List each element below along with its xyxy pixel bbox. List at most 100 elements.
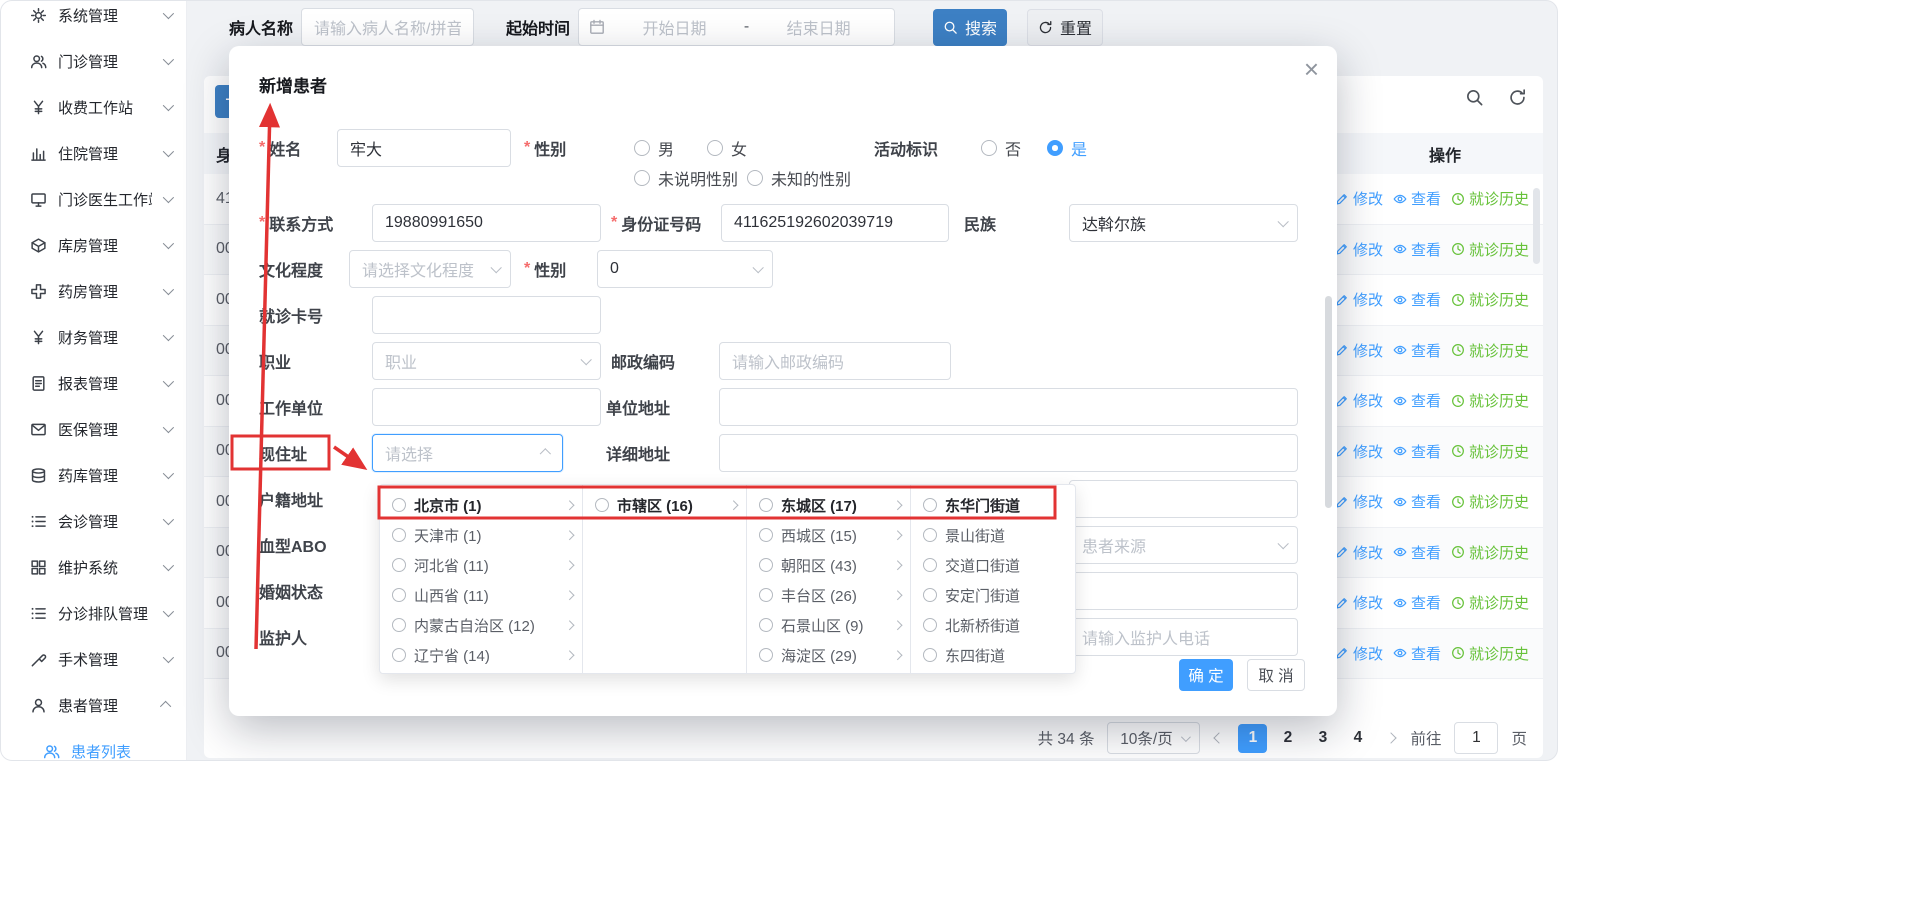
sidebar-item-triage-queue[interactable]: 分诊排队管理 (1, 590, 186, 636)
field-guardian_phone-input[interactable]: 请输入监护人电话 (1069, 618, 1298, 656)
field-row10_right-input[interactable] (1069, 572, 1298, 610)
goto-page-input[interactable]: 1 (1454, 722, 1498, 754)
history-link[interactable]: 就诊历史 (1451, 390, 1529, 411)
field-gender_select-select[interactable]: 0 (597, 250, 773, 288)
cascader-option[interactable]: 市辖区 (16) (583, 490, 746, 520)
end-date-placeholder[interactable]: 结束日期 (753, 15, 884, 39)
field-current_address-select[interactable]: 请选择 (372, 434, 563, 472)
radio-active_flag-0[interactable]: 否 (981, 138, 1021, 158)
sidebar-item-charging-station[interactable]: 收费工作站 (1, 84, 186, 130)
edit-link[interactable]: 修改 (1335, 592, 1383, 613)
view-link[interactable]: 查看 (1393, 239, 1441, 260)
cascader-option[interactable]: 海淀区 (29) (747, 640, 910, 670)
field-ethnicity-select[interactable]: 达斡尔族 (1069, 204, 1298, 242)
patient-name-input[interactable]: 请输入病人名称/拼音码/病人ID (301, 8, 474, 46)
reset-button[interactable]: 重置 (1027, 9, 1103, 46)
view-link[interactable]: 查看 (1393, 491, 1441, 512)
table-search-icon[interactable] (1465, 88, 1484, 107)
sidebar-item-reports[interactable]: 报表管理 (1, 360, 186, 406)
modal-close-button[interactable]: × (1304, 56, 1319, 82)
sidebar-item-consultation[interactable]: 会诊管理 (1, 498, 186, 544)
cascader-option[interactable]: 北京市 (1) (380, 490, 582, 520)
modal-scrollbar[interactable] (1325, 296, 1332, 508)
edit-link[interactable]: 修改 (1335, 542, 1383, 563)
field-visit_card-input[interactable] (372, 296, 601, 334)
start-date-placeholder[interactable]: 开始日期 (609, 15, 740, 39)
sidebar-item-surgery[interactable]: 手术管理 (1, 636, 186, 682)
cascader-option[interactable]: 朝阳区 (43) (747, 550, 910, 580)
field-work_unit-input[interactable] (372, 388, 601, 426)
table-scrollbar[interactable] (1533, 188, 1540, 264)
history-link[interactable]: 就诊历史 (1451, 441, 1529, 462)
radio-gender_radio-2[interactable]: 未说明性别 (634, 168, 738, 188)
page-size-select[interactable]: 10条/页 (1107, 722, 1200, 754)
field-patient_source-select[interactable]: 患者来源 (1069, 526, 1298, 564)
table-refresh-icon[interactable] (1508, 88, 1527, 107)
edit-link[interactable]: 修改 (1335, 188, 1383, 209)
view-link[interactable]: 查看 (1393, 390, 1441, 411)
cascader-option[interactable]: 内蒙古自治区 (12) (380, 610, 582, 640)
page-button-3[interactable]: 3 (1308, 724, 1337, 753)
edit-link[interactable]: 修改 (1335, 491, 1383, 512)
radio-active_flag-1[interactable]: 是 (1047, 138, 1087, 158)
cascader-option[interactable]: 石景山区 (9) (747, 610, 910, 640)
view-link[interactable]: 查看 (1393, 592, 1441, 613)
field-name-input[interactable]: 牢大 (337, 129, 511, 167)
view-link[interactable]: 查看 (1393, 643, 1441, 664)
sidebar-item-pharmacy[interactable]: 药房管理 (1, 268, 186, 314)
field-postal_code-input[interactable]: 请输入邮政编码 (719, 342, 951, 380)
confirm-button[interactable]: 确 定 (1179, 659, 1233, 691)
radio-gender_radio-0[interactable]: 男 (634, 138, 674, 158)
sidebar-item-patient-list[interactable]: 患者列表 (1, 728, 186, 760)
date-range-picker[interactable]: 开始日期 - 结束日期 (578, 8, 895, 46)
edit-link[interactable]: 修改 (1335, 441, 1383, 462)
page-button-4[interactable]: 4 (1343, 724, 1372, 753)
sidebar-item-outpatient[interactable]: 门诊管理 (1, 38, 186, 84)
field-education-select[interactable]: 请选择文化程度 (349, 250, 511, 288)
cascader-option[interactable]: 丰台区 (26) (747, 580, 910, 610)
cascader-option[interactable]: 北新桥街道 (911, 610, 1075, 640)
history-link[interactable]: 就诊历史 (1451, 592, 1529, 613)
history-link[interactable]: 就诊历史 (1451, 188, 1529, 209)
field-occupation-select[interactable]: 职业 (372, 342, 601, 380)
radio-gender_radio-3[interactable]: 未知的性别 (747, 168, 851, 188)
edit-link[interactable]: 修改 (1335, 643, 1383, 664)
sidebar-item-system[interactable]: 系统管理 (1, 1, 186, 38)
edit-link[interactable]: 修改 (1335, 289, 1383, 310)
cascader-option[interactable]: 东四街道 (911, 640, 1075, 670)
cascader-option[interactable]: 景山街道 (911, 520, 1075, 550)
cascader-option[interactable]: 交道口街道 (911, 550, 1075, 580)
cascader-option[interactable]: 天津市 (1) (380, 520, 582, 550)
cascader-option[interactable]: 东城区 (17) (747, 490, 910, 520)
edit-link[interactable]: 修改 (1335, 390, 1383, 411)
sidebar-item-drug-storage[interactable]: 药库管理 (1, 452, 186, 498)
sidebar-item-insurance[interactable]: 医保管理 (1, 406, 186, 452)
history-link[interactable]: 就诊历史 (1451, 289, 1529, 310)
history-link[interactable]: 就诊历史 (1451, 340, 1529, 361)
sidebar-item-maintenance[interactable]: 维护系统 (1, 544, 186, 590)
field-detail_address-input[interactable] (719, 434, 1298, 472)
cascader-option[interactable]: 辽宁省 (14) (380, 640, 582, 670)
history-link[interactable]: 就诊历史 (1451, 491, 1529, 512)
view-link[interactable]: 查看 (1393, 340, 1441, 361)
history-link[interactable]: 就诊历史 (1451, 239, 1529, 260)
sidebar-item-patient[interactable]: 患者管理 (1, 682, 186, 728)
field-row8_right-input[interactable] (1069, 480, 1298, 518)
history-link[interactable]: 就诊历史 (1451, 643, 1529, 664)
cascader-option[interactable]: 东华门街道 (911, 490, 1075, 520)
page-button-1[interactable]: 1 (1238, 724, 1267, 753)
edit-link[interactable]: 修改 (1335, 239, 1383, 260)
page-button-2[interactable]: 2 (1273, 724, 1302, 753)
view-link[interactable]: 查看 (1393, 289, 1441, 310)
field-contact-input[interactable]: 19880991650 (372, 204, 601, 242)
view-link[interactable]: 查看 (1393, 542, 1441, 563)
sidebar-item-inpatient[interactable]: 住院管理 (1, 130, 186, 176)
field-id_number-input[interactable]: 411625192602039719 (721, 204, 949, 242)
history-link[interactable]: 就诊历史 (1451, 542, 1529, 563)
field-unit_address-input[interactable] (719, 388, 1298, 426)
search-button[interactable]: 搜索 (933, 9, 1007, 46)
cancel-button[interactable]: 取 消 (1247, 659, 1305, 691)
cascader-option[interactable]: 河北省 (11) (380, 550, 582, 580)
view-link[interactable]: 查看 (1393, 188, 1441, 209)
sidebar-item-finance[interactable]: 财务管理 (1, 314, 186, 360)
